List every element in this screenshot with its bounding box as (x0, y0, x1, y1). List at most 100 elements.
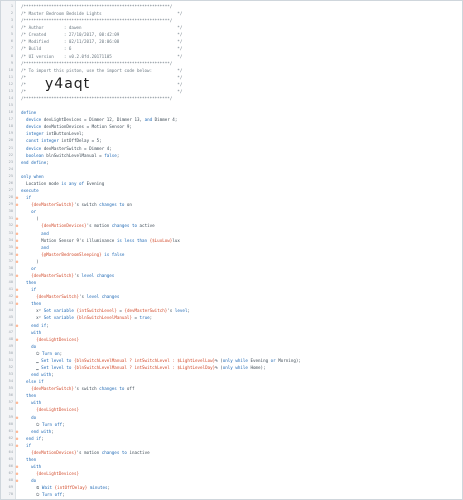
statement-marker-icon[interactable]: ⚙ (15, 293, 19, 300)
code-text: or (31, 265, 37, 271)
statement-marker-icon[interactable]: ⚙ (15, 428, 19, 435)
line-number: 58 (8, 407, 13, 412)
statement-marker-icon[interactable]: ⚙ (15, 194, 19, 201)
code-line: 4 /* Author : dawen */ (1, 24, 462, 31)
statement-marker-icon[interactable]: ⚙ (15, 442, 19, 449)
line-number: 36 (8, 251, 13, 256)
code-line: 15 (1, 102, 462, 109)
code-text: integer intButtonLevel; (26, 131, 85, 137)
statement-marker-icon[interactable]: ⚙ (15, 322, 19, 329)
line-number: 4 (10, 25, 13, 30)
statement-marker-icon[interactable]: ⚙ (15, 237, 19, 244)
code-text: then (26, 457, 37, 462)
code-line: 68 ⚙ do (1, 477, 462, 484)
code-text: /* Modified : 02/11/2017, 20:06:08 */ (21, 39, 183, 45)
code-text: with (31, 400, 42, 406)
code-line: 16 define (1, 109, 462, 116)
code-text: {devLightDevices} (36, 336, 79, 342)
line-number: 63 (8, 442, 13, 447)
statement-marker-icon[interactable]: ⚙ (15, 336, 19, 343)
line-number: 3 (10, 18, 13, 23)
code-line: 2 /* Master Bedroom Bedside Lights */ (1, 10, 462, 17)
code-line: 31 ⚙ ( (1, 215, 462, 222)
statement-marker-icon[interactable]: ⚙ (15, 435, 19, 442)
code-text: {devLightDevices} (36, 471, 79, 477)
line-number: 27 (8, 188, 13, 193)
piston-code-view: 1 /**************************************… (0, 0, 463, 500)
statement-marker-icon[interactable]: ⚙ (15, 258, 19, 265)
code-text: device devMasterSwitch = Dimmer 4; (26, 145, 112, 151)
code-text: end if; (31, 322, 49, 328)
line-number: 24 (8, 166, 13, 171)
code-line: 62 ⚙ end if; (1, 435, 462, 442)
line-number: 42 (8, 294, 13, 299)
code-line: 20 const integer intOffDelay = 5; (1, 137, 462, 144)
line-number: 20 (8, 138, 13, 143)
import-code-box: y4aqt (45, 75, 195, 97)
statement-marker-icon[interactable]: ⚙ (15, 399, 19, 406)
code-line: 69 ⏲ Wait {intOffDelay} minutes; (1, 484, 462, 491)
statement-marker-icon[interactable]: ⚙ (15, 230, 19, 237)
code-text: do (31, 343, 37, 349)
code-line: 25 only when (1, 173, 462, 180)
code-line: 48 ⚙ {devLightDevices} (1, 336, 462, 343)
line-number: 67 (8, 471, 13, 476)
statement-marker-icon[interactable]: ⚙ (15, 300, 19, 307)
code-text: x² Set variable {blnSwitchLevelManual} =… (21, 315, 153, 321)
import-code: y4aqt (45, 76, 91, 93)
code-text: ⏻ Turn off; (21, 492, 65, 498)
code-text: with (31, 329, 42, 335)
code-text: {devMasterSwitch}'s level changes (31, 272, 115, 278)
line-number: 35 (8, 244, 13, 249)
statement-marker-icon[interactable]: ⚙ (15, 463, 19, 470)
code-line: 60 ⏻ Turn off; (1, 421, 462, 428)
line-number: 17 (8, 117, 13, 122)
code-text: only when (21, 173, 44, 179)
code-line: 53 end with; (1, 371, 462, 378)
code-text: {devMotionDevices}'s motion changes to a… (41, 223, 155, 229)
code-text: if (26, 195, 32, 201)
code-line: 70 ⏻ Turn off; (1, 491, 462, 498)
statement-marker-icon[interactable]: ⚙ (15, 215, 19, 222)
code-line: 54 else if (1, 378, 462, 385)
statement-marker-icon[interactable]: ⚙ (15, 244, 19, 251)
line-number: 61 (8, 428, 13, 433)
code-line: 26 Location mode is any of Evening (1, 180, 462, 187)
code-line: 35 ⚙ and (1, 244, 462, 251)
line-number: 6 (10, 39, 13, 44)
code-text: end if; (26, 435, 44, 441)
statement-marker-icon[interactable]: ⚙ (15, 286, 19, 293)
statement-marker-icon[interactable]: ⚙ (15, 222, 19, 229)
code-line: 55 {devMasterSwitch}'s switch changes to… (1, 385, 462, 392)
code-line: 17 device devLightDevices = Dimmer 12, D… (1, 116, 462, 123)
line-number: 34 (8, 237, 13, 242)
code-line: 22 boolean blnSwitchLevelManual = false; (1, 152, 462, 159)
line-number: 9 (10, 60, 13, 65)
line-number: 16 (8, 110, 13, 115)
code-text: end define; (21, 159, 49, 165)
code-line: 51 ▁ Set level to {blnSwitchLevelManual … (1, 357, 462, 364)
statement-marker-icon[interactable]: ⚙ (15, 470, 19, 477)
code-line: 61 ⚙ end with; (1, 428, 462, 435)
statement-marker-icon[interactable]: ⚙ (15, 477, 19, 484)
statement-marker-icon[interactable]: ⚙ (15, 201, 19, 208)
code-line: 36 ⚙ {@MasterBedroomSleeping} is false (1, 251, 462, 258)
statement-marker-icon[interactable]: ⚙ (15, 251, 19, 258)
line-number: 10 (8, 67, 13, 72)
code-text: Motion Sensor 9's illuminance is less th… (21, 237, 180, 243)
code-line: 38 or (1, 265, 462, 272)
line-number: 12 (8, 81, 13, 86)
line-number: 53 (8, 372, 13, 377)
line-number: 37 (8, 258, 13, 263)
code-text: /* Author : dawen */ (21, 25, 183, 31)
line-number: 8 (10, 53, 13, 58)
code-line: 5 /* Created : 27/10/2017, 08:42:09 */ (1, 31, 462, 38)
line-number: 39 (8, 272, 13, 277)
line-number: 59 (8, 414, 13, 419)
statement-marker-icon[interactable]: ⚙ (15, 414, 19, 421)
code-text: ▁ Set level to {blnSwitchLevelManual ? i… (21, 364, 266, 370)
statement-marker-icon[interactable]: ⚙ (15, 272, 19, 279)
code-text: and (41, 244, 49, 250)
line-number: 13 (8, 88, 13, 93)
code-line: 44 x² Set variable {intSwitchLevel} = {d… (1, 307, 462, 314)
